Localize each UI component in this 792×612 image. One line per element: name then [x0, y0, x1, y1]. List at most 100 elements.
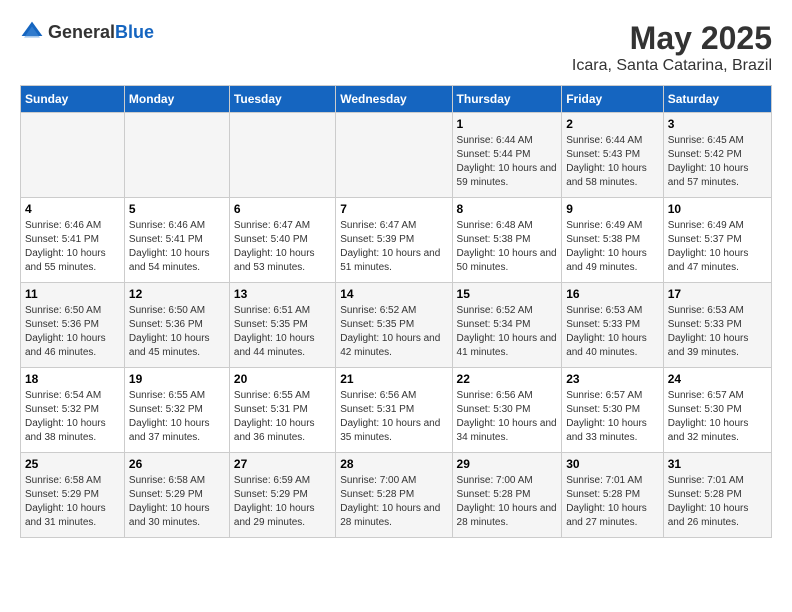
day-info: Sunrise: 6:50 AM Sunset: 5:36 PM Dayligh…	[129, 304, 225, 360]
day-number: 2	[566, 117, 659, 131]
day-info: Sunrise: 7:00 AM Sunset: 5:28 PM Dayligh…	[340, 474, 447, 530]
day-number: 29	[457, 457, 558, 471]
day-info: Sunrise: 6:54 AM Sunset: 5:32 PM Dayligh…	[25, 389, 120, 445]
day-info: Sunrise: 6:44 AM Sunset: 5:43 PM Dayligh…	[566, 134, 659, 190]
day-number: 17	[668, 287, 767, 301]
calendar-day-cell	[21, 113, 125, 198]
day-number: 10	[668, 202, 767, 216]
calendar-day-cell: 27Sunrise: 6:59 AM Sunset: 5:29 PM Dayli…	[229, 453, 335, 538]
calendar-day-cell: 25Sunrise: 6:58 AM Sunset: 5:29 PM Dayli…	[21, 453, 125, 538]
calendar-day-cell: 5 Sunrise: 6:46 AM Sunset: 5:41 PM Daylig…	[124, 198, 229, 283]
day-number: 14	[340, 287, 447, 301]
day-info: Sunrise: 7:00 AM Sunset: 5:28 PM Dayligh…	[457, 474, 558, 530]
calendar-day-cell: 8 Sunrise: 6:48 AM Sunset: 5:38 PM Daylig…	[452, 198, 562, 283]
day-number: 31	[668, 457, 767, 471]
calendar-day-cell: 15Sunrise: 6:52 AM Sunset: 5:34 PM Dayli…	[452, 283, 562, 368]
day-info: Sunrise: 6:47 AM Sunset: 5:39 PM Dayligh…	[340, 219, 447, 275]
calendar-table: SundayMondayTuesdayWednesdayThursdayFrid…	[20, 85, 772, 538]
day-info: Sunrise: 6:47 AM Sunset: 5:40 PM Dayligh…	[234, 219, 331, 275]
calendar-day-cell: 7 Sunrise: 6:47 AM Sunset: 5:39 PM Daylig…	[336, 198, 452, 283]
day-number: 22	[457, 372, 558, 386]
header-wednesday: Wednesday	[336, 86, 452, 113]
day-number: 25	[25, 457, 120, 471]
day-number: 27	[234, 457, 331, 471]
calendar-day-cell: 2 Sunrise: 6:44 AM Sunset: 5:43 PM Daylig…	[562, 113, 664, 198]
logo: GeneralBlue	[20, 20, 154, 44]
calendar-day-cell: 13Sunrise: 6:51 AM Sunset: 5:35 PM Dayli…	[229, 283, 335, 368]
calendar-body: 1Sunrise: 6:44 AM Sunset: 5:44 PM Daylig…	[21, 113, 772, 538]
calendar-header: SundayMondayTuesdayWednesdayThursdayFrid…	[21, 86, 772, 113]
calendar-week-row: 18 Sunrise: 6:54 AM Sunset: 5:32 PM Dayli…	[21, 368, 772, 453]
day-info: Sunrise: 6:52 AM Sunset: 5:35 PM Dayligh…	[340, 304, 447, 360]
day-info: Sunrise: 6:48 AM Sunset: 5:38 PM Dayligh…	[457, 219, 558, 275]
day-number: 11	[25, 287, 120, 301]
calendar-week-row: 11 Sunrise: 6:50 AM Sunset: 5:36 PM Dayli…	[21, 283, 772, 368]
title-area: May 2025 Icara, Santa Catarina, Brazil	[572, 20, 772, 75]
day-info: Sunrise: 6:58 AM Sunset: 5:29 PM Dayligh…	[129, 474, 225, 530]
header-saturday: Saturday	[663, 86, 771, 113]
calendar-day-cell: 10 Sunrise: 6:49 AM Sunset: 5:37 PM Dayli…	[663, 198, 771, 283]
day-info: Sunrise: 6:55 AM Sunset: 5:32 PM Dayligh…	[129, 389, 225, 445]
day-info: Sunrise: 6:57 AM Sunset: 5:30 PM Dayligh…	[566, 389, 659, 445]
day-number: 4	[25, 202, 120, 216]
calendar-day-cell: 19 Sunrise: 6:55 AM Sunset: 5:32 PM Dayli…	[124, 368, 229, 453]
calendar-day-cell	[229, 113, 335, 198]
subtitle: Icara, Santa Catarina, Brazil	[572, 57, 772, 75]
day-info: Sunrise: 6:45 AM Sunset: 5:42 PM Dayligh…	[668, 134, 767, 190]
calendar-day-cell: 22 Sunrise: 6:56 AM Sunset: 5:30 PM Dayli…	[452, 368, 562, 453]
day-info: Sunrise: 6:50 AM Sunset: 5:36 PM Dayligh…	[25, 304, 120, 360]
logo-blue: Blue	[115, 22, 154, 42]
day-number: 28	[340, 457, 447, 471]
calendar-day-cell: 17 Sunrise: 6:53 AM Sunset: 5:33 PM Dayli…	[663, 283, 771, 368]
main-title: May 2025	[572, 20, 772, 57]
day-info: Sunrise: 7:01 AM Sunset: 5:28 PM Dayligh…	[668, 474, 767, 530]
calendar-week-row: 1Sunrise: 6:44 AM Sunset: 5:44 PM Daylig…	[21, 113, 772, 198]
day-number: 24	[668, 372, 767, 386]
day-info: Sunrise: 6:46 AM Sunset: 5:41 PM Dayligh…	[129, 219, 225, 275]
day-number: 9	[566, 202, 659, 216]
header-sunday: Sunday	[21, 86, 125, 113]
calendar-day-cell: 14 Sunrise: 6:52 AM Sunset: 5:35 PM Dayli…	[336, 283, 452, 368]
day-info: Sunrise: 6:52 AM Sunset: 5:34 PM Dayligh…	[457, 304, 558, 360]
day-number: 19	[129, 372, 225, 386]
calendar-week-row: 25 Sunrise: 6:58 AM Sunset: 5:29 PM Dayli…	[21, 453, 772, 538]
day-info: Sunrise: 6:49 AM Sunset: 5:37 PM Dayligh…	[668, 219, 767, 275]
calendar-day-cell: 31 Sunrise: 7:01 AM Sunset: 5:28 PM Dayli…	[663, 453, 771, 538]
calendar-day-cell: 29 Sunrise: 7:00 AM Sunset: 5:28 PM Dayli…	[452, 453, 562, 538]
header-friday: Friday	[562, 86, 664, 113]
header-thursday: Thursday	[452, 86, 562, 113]
calendar-day-cell: 21 Sunrise: 6:56 AM Sunset: 5:31 PM Dayli…	[336, 368, 452, 453]
day-info: Sunrise: 6:56 AM Sunset: 5:31 PM Dayligh…	[340, 389, 447, 445]
calendar-week-row: 4 Sunrise: 6:46 AM Sunset: 5:41 PM Daylig…	[21, 198, 772, 283]
calendar-day-cell: 16Sunrise: 6:53 AM Sunset: 5:33 PM Dayli…	[562, 283, 664, 368]
calendar-day-cell: 3Sunrise: 6:45 AM Sunset: 5:42 PM Daylig…	[663, 113, 771, 198]
day-number: 18	[25, 372, 120, 386]
header-monday: Monday	[124, 86, 229, 113]
calendar-day-cell: 6Sunrise: 6:47 AM Sunset: 5:40 PM Daylig…	[229, 198, 335, 283]
calendar-day-cell: 1Sunrise: 6:44 AM Sunset: 5:44 PM Daylig…	[452, 113, 562, 198]
day-number: 5	[129, 202, 225, 216]
calendar-day-cell: 11 Sunrise: 6:50 AM Sunset: 5:36 PM Dayli…	[21, 283, 125, 368]
day-number: 20	[234, 372, 331, 386]
header-tuesday: Tuesday	[229, 86, 335, 113]
day-info: Sunrise: 6:57 AM Sunset: 5:30 PM Dayligh…	[668, 389, 767, 445]
day-number: 7	[340, 202, 447, 216]
calendar-day-cell: 4 Sunrise: 6:46 AM Sunset: 5:41 PM Daylig…	[21, 198, 125, 283]
day-number: 30	[566, 457, 659, 471]
day-info: Sunrise: 6:51 AM Sunset: 5:35 PM Dayligh…	[234, 304, 331, 360]
day-info: Sunrise: 6:49 AM Sunset: 5:38 PM Dayligh…	[566, 219, 659, 275]
day-number: 26	[129, 457, 225, 471]
calendar-day-cell: 30 Sunrise: 7:01 AM Sunset: 5:28 PM Dayli…	[562, 453, 664, 538]
day-number: 21	[340, 372, 447, 386]
calendar-day-cell: 28 Sunrise: 7:00 AM Sunset: 5:28 PM Dayli…	[336, 453, 452, 538]
calendar-day-cell: 12Sunrise: 6:50 AM Sunset: 5:36 PM Dayli…	[124, 283, 229, 368]
day-info: Sunrise: 6:44 AM Sunset: 5:44 PM Dayligh…	[457, 134, 558, 190]
day-info: Sunrise: 6:53 AM Sunset: 5:33 PM Dayligh…	[668, 304, 767, 360]
calendar-day-cell: 20Sunrise: 6:55 AM Sunset: 5:31 PM Dayli…	[229, 368, 335, 453]
calendar-day-cell: 9 Sunrise: 6:49 AM Sunset: 5:38 PM Daylig…	[562, 198, 664, 283]
day-number: 8	[457, 202, 558, 216]
calendar-day-cell: 23Sunrise: 6:57 AM Sunset: 5:30 PM Dayli…	[562, 368, 664, 453]
day-info: Sunrise: 7:01 AM Sunset: 5:28 PM Dayligh…	[566, 474, 659, 530]
day-info: Sunrise: 6:46 AM Sunset: 5:41 PM Dayligh…	[25, 219, 120, 275]
day-info: Sunrise: 6:56 AM Sunset: 5:30 PM Dayligh…	[457, 389, 558, 445]
